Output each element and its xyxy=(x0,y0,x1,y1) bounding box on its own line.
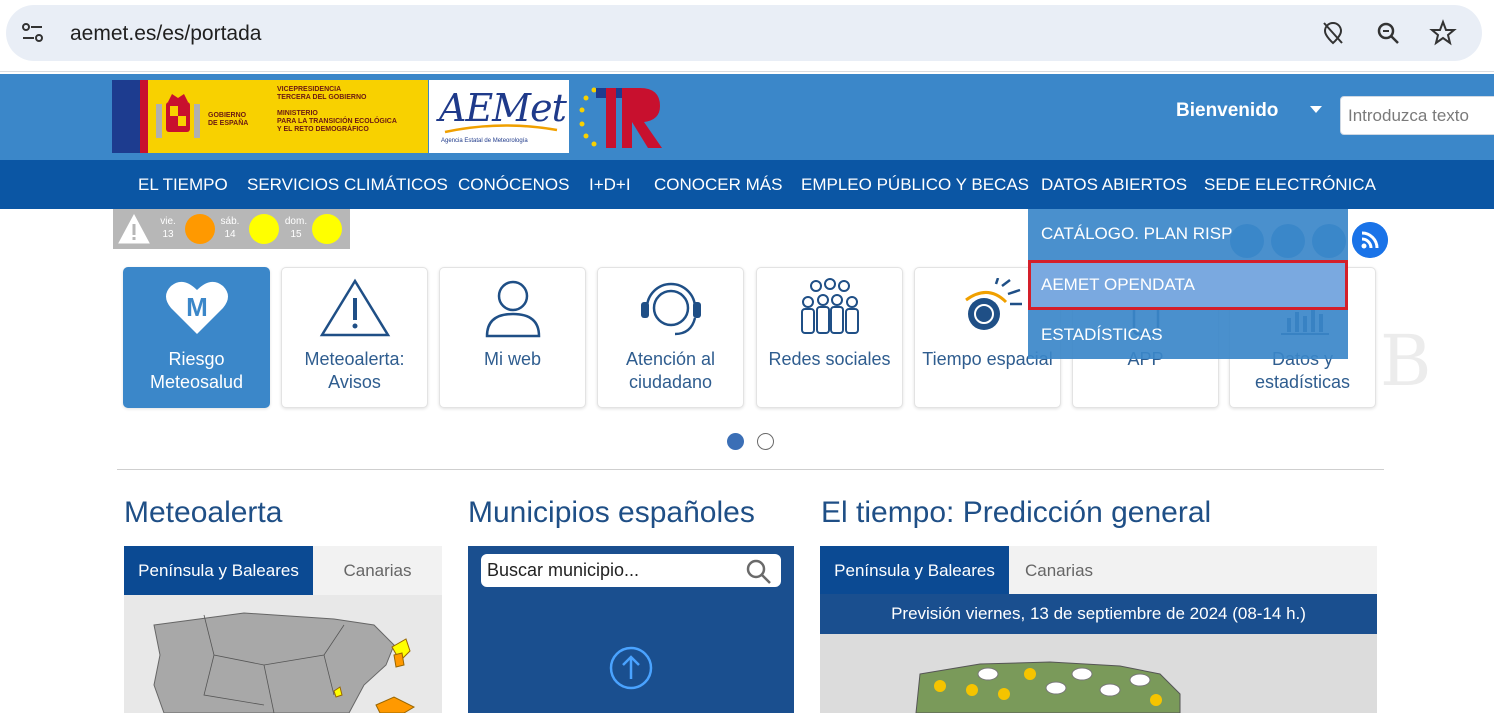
bookmark-star-icon[interactable] xyxy=(1429,19,1457,47)
site-search-placeholder: Introduzca texto xyxy=(1348,106,1469,125)
address-bar[interactable]: aemet.es/es/portada xyxy=(6,5,1482,61)
rss-icon[interactable] xyxy=(1352,222,1388,258)
card-label: Mi web xyxy=(483,349,541,369)
forecast-map xyxy=(820,634,1377,713)
warning-day-3: dom. 15 xyxy=(283,215,309,241)
url-text[interactable]: aemet.es/es/portada xyxy=(70,22,261,46)
card-label: Redes sociales xyxy=(768,349,891,369)
nav-conocer-mas[interactable]: CONOCER MÁS xyxy=(654,175,782,195)
nav-servicios-climaticos[interactable]: SERVICIOS CLIMÁTICOS xyxy=(247,175,448,195)
warning-day-3-num: 15 xyxy=(290,229,302,240)
dropdown-item-estadisticas[interactable]: ESTADÍSTICAS xyxy=(1028,310,1348,360)
card-label: Atención al ciudadano xyxy=(625,349,716,392)
carousel-page-1[interactable] xyxy=(727,433,744,450)
headset-icon xyxy=(641,282,701,336)
browser-toolbar: aemet.es/es/portada xyxy=(0,0,1494,72)
nav-idi[interactable]: I+D+I xyxy=(589,175,631,195)
municipio-search-placeholder: Buscar municipio... xyxy=(487,560,640,580)
warning-level-dot-1 xyxy=(185,214,215,244)
location-blocked-icon[interactable] xyxy=(1319,19,1347,47)
aemet-logo[interactable]: AEMet Agencia Estatal de Meteorología xyxy=(429,80,569,153)
dropdown-item-aemet-opendata[interactable]: AEMET OPENDATA xyxy=(1028,260,1348,310)
chevron-down-icon[interactable] xyxy=(1310,106,1322,113)
gov-text-right: VICEPRESIDENCIA TERCERA DEL GOBIERNO MIN… xyxy=(277,86,397,133)
svg-text:M: M xyxy=(186,292,208,322)
section-divider xyxy=(117,469,1384,470)
meteoalerta-tab-peninsula[interactable]: Península y Baleares xyxy=(124,546,313,595)
meteoalerta-map[interactable] xyxy=(124,595,442,713)
meteoalerta-title: Meteoalerta xyxy=(124,496,283,529)
prediccion-tab-peninsula[interactable]: Península y Baleares xyxy=(820,546,1009,595)
heart-m-icon: M xyxy=(166,281,228,334)
municipio-search-input[interactable]: Buscar municipio... xyxy=(481,554,781,587)
gov-text-left: GOBIERNO DE ESPAÑA xyxy=(208,112,249,127)
people-group-icon xyxy=(801,278,859,334)
nav-datos-abiertos[interactable]: DATOS ABIERTOS xyxy=(1041,175,1187,195)
warning-day-2-num: 14 xyxy=(224,229,236,240)
nav-el-tiempo[interactable]: EL TIEMPO xyxy=(138,175,228,195)
user-icon xyxy=(485,280,541,338)
card-label: Meteoalerta: Avisos xyxy=(304,349,405,392)
warning-triangle-icon xyxy=(118,213,150,244)
warning-day-1: vie. 13 xyxy=(155,215,181,241)
municipios-panel: Buscar municipio... xyxy=(468,546,794,713)
coat-of-arms-icon xyxy=(156,94,200,138)
card-atencion-ciudadano[interactable]: Atención al ciudadano xyxy=(597,267,744,408)
aemet-swoosh-icon xyxy=(444,124,558,134)
eu-flag-stripe xyxy=(112,80,140,153)
background-watermark: B xyxy=(1380,320,1432,402)
site-info-icon[interactable] xyxy=(20,21,46,45)
zoom-icon[interactable] xyxy=(1374,19,1402,47)
meteoalerta-tab-canarias[interactable]: Canarias xyxy=(313,546,442,595)
warning-level-dot-2 xyxy=(249,214,279,244)
card-meteoalerta-avisos[interactable]: Meteoalerta: Avisos xyxy=(281,267,428,408)
welcome-menu[interactable]: Bienvenido xyxy=(1176,100,1278,122)
scroll-up-icon[interactable] xyxy=(608,645,654,691)
card-redes-sociales[interactable]: Redes sociales xyxy=(756,267,903,408)
government-logo[interactable]: GOBIERNO DE ESPAÑA VICEPRESIDENCIA TERCE… xyxy=(112,80,428,153)
warning-day-2-name: sáb. xyxy=(220,216,240,227)
card-label: Riesgo Meteosalud xyxy=(149,349,244,392)
search-icon[interactable] xyxy=(746,559,772,585)
warning-day-3-name: dom. xyxy=(284,216,308,227)
nav-empleo-publico[interactable]: EMPLEO PÚBLICO Y BECAS xyxy=(801,175,1029,195)
site-search-input[interactable]: Introduzca texto xyxy=(1340,96,1494,135)
spain-warnings-map xyxy=(124,595,442,713)
warning-level-dot-3 xyxy=(312,214,342,244)
carousel-page-2[interactable] xyxy=(757,433,774,450)
prediccion-title: El tiempo: Predicción general xyxy=(821,496,1212,529)
warning-day-1-name: vie. xyxy=(160,216,176,227)
prediccion-map[interactable] xyxy=(820,634,1377,713)
datos-abiertos-dropdown: CATÁLOGO. PLAN RISP AEMET OPENDATA ESTAD… xyxy=(1028,209,1348,359)
warning-day-2: sáb. 14 xyxy=(217,215,243,241)
card-mi-web[interactable]: Mi web xyxy=(439,267,586,408)
aemet-logo-subtitle: Agencia Estatal de Meteorología xyxy=(441,138,528,144)
prediccion-tab-canarias[interactable]: Canarias xyxy=(1009,546,1377,595)
warnings-summary[interactable]: vie. 13 sáb. 14 dom. 15 xyxy=(113,209,350,249)
municipios-title: Municipios españoles xyxy=(468,496,755,529)
warning-triangle-icon xyxy=(319,278,391,337)
space-weather-icon xyxy=(965,278,1022,330)
nav-sede-electronica[interactable]: SEDE ELECTRÓNICA xyxy=(1204,175,1376,195)
dropdown-item-catalogo[interactable]: CATÁLOGO. PLAN RISP xyxy=(1028,209,1348,259)
recovery-plan-logo[interactable] xyxy=(576,80,668,152)
prediccion-caption: Previsión viernes, 13 de septiembre de 2… xyxy=(820,594,1377,634)
spain-flag-stripe xyxy=(140,80,148,153)
card-riesgo-meteosalud[interactable]: M Riesgo Meteosalud xyxy=(123,267,270,408)
warning-day-1-num: 13 xyxy=(162,229,174,240)
nav-conocenos[interactable]: CONÓCENOS xyxy=(458,175,569,195)
